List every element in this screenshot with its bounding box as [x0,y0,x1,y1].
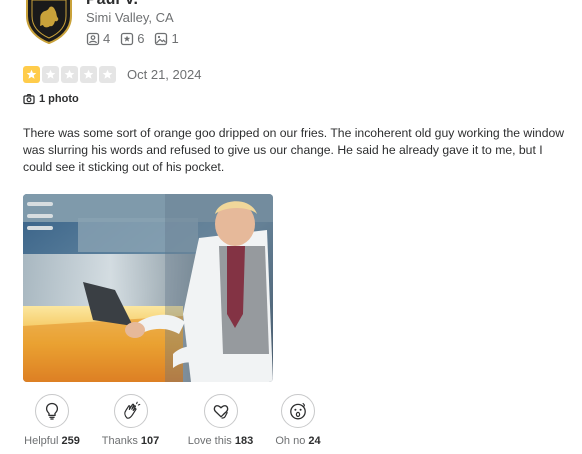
lightbulb-icon [45,402,59,420]
star-icon [61,66,78,83]
star-icon [23,66,40,83]
love-this-label: Love this 183 [187,435,254,447]
love-this-reaction[interactable]: Love this 183 [177,394,264,447]
lamborghini-shield-logo [26,0,72,45]
star-icon [42,66,59,83]
review-star-icon [121,32,134,45]
reactions-bar: Helpful 259 Thanks 107 Love this 183 Oh … [20,394,332,447]
friends-icon [86,32,100,45]
star-rating [23,66,116,83]
thanks-label: Thanks 107 [101,435,160,447]
review-date: Oct 21, 2024 [127,67,202,82]
helpful-button[interactable] [35,394,69,428]
reviewer-avatar[interactable] [24,0,74,45]
star-icon [80,66,97,83]
reviews-count: 6 [137,31,145,46]
heart-hands-icon [213,405,228,419]
reviewer-location: Simi Valley, CA [86,10,174,25]
photo-count-label: 1 photo [39,93,79,105]
friends-count: 4 [103,31,111,46]
reviewer-stats: 4 6 1 [86,31,179,46]
helpful-label: Helpful 259 [24,435,80,447]
thanks-button[interactable] [113,394,148,428]
oh-no-reaction[interactable]: Oh no 24 [264,394,332,447]
image-icon [155,32,168,45]
reviewer-name[interactable]: Paul V. [86,0,138,9]
helpful-reaction[interactable]: Helpful 259 [20,394,84,447]
photos-count: 1 [171,31,179,46]
photos-stat: 1 [154,31,179,46]
love-this-button[interactable] [203,394,238,428]
oh-no-label: Oh no 24 [275,435,321,447]
camera-icon [23,94,35,105]
friends-stat: 4 [86,31,110,46]
photo-count-link[interactable]: 1 photo [23,93,79,105]
rating-row: Oct 21, 2024 [23,66,201,83]
reviews-stat: 6 [120,31,144,46]
thanks-reaction[interactable]: Thanks 107 [84,394,177,447]
review-text: There was some sort of orange goo drippe… [23,126,565,174]
shocked-face-icon [290,402,306,420]
clapping-hands-icon [123,401,140,419]
oh-no-button[interactable] [281,394,315,428]
review-photo[interactable] [23,194,273,382]
star-icon [99,66,116,83]
